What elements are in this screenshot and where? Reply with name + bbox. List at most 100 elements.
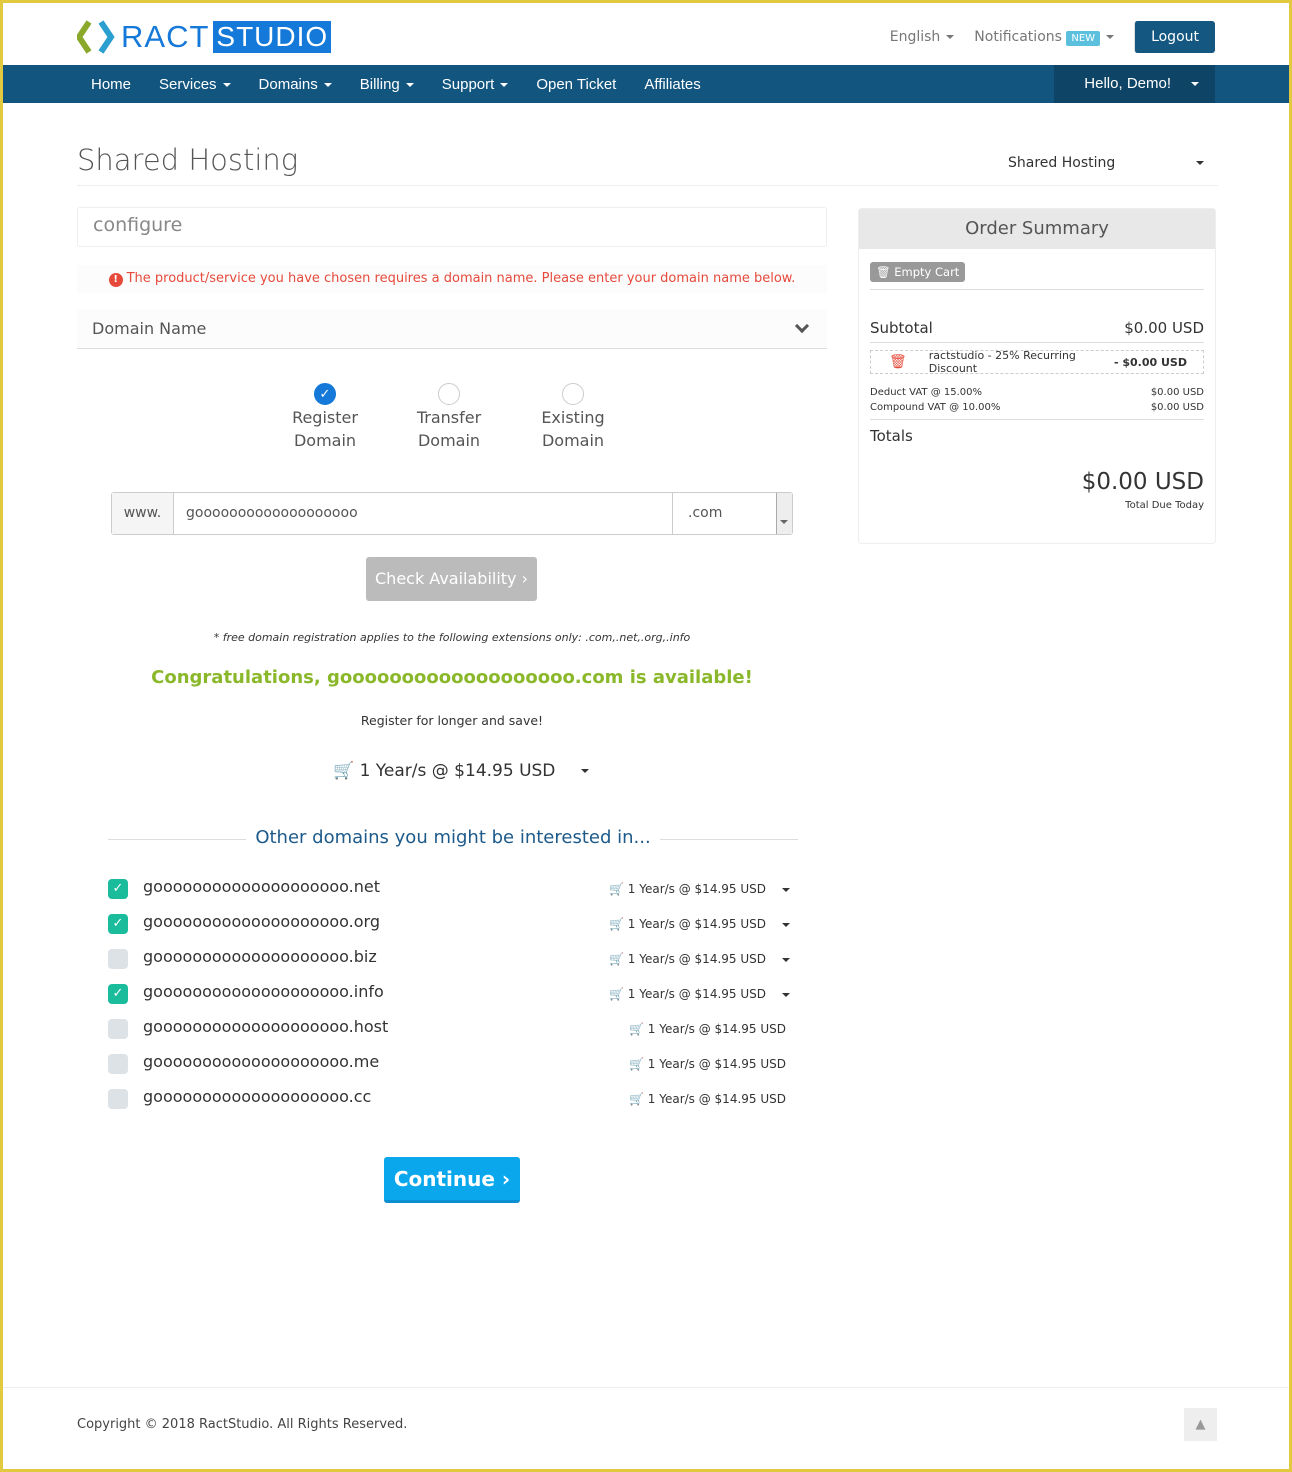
nav-home[interactable]: Home <box>91 76 131 93</box>
cart-icon: 🛒 <box>333 761 355 781</box>
domain-input[interactable]: gooooooooooooooooooo <box>174 493 672 534</box>
period-select[interactable]: 🛒 1 Year/s @ $14.95 USD <box>333 761 590 781</box>
divider <box>77 185 1218 186</box>
checkbox[interactable] <box>108 1089 128 1109</box>
trash-icon[interactable]: 🗑 <box>889 354 907 370</box>
logo-text: RACT <box>121 19 210 54</box>
checkbox[interactable] <box>108 1054 128 1074</box>
option-existing-domain[interactable]: Existing Domain <box>523 383 623 452</box>
price-value: 1 Year/s @ $14.95 USD <box>627 917 766 931</box>
register-longer-text: Register for longer and save! <box>360 713 544 728</box>
back-to-top-button[interactable]: ▲ <box>1184 1408 1217 1441</box>
tax2-value: $0.00 USD <box>1150 402 1204 413</box>
chevron-up-icon: ▲ <box>1195 1417 1206 1432</box>
divider <box>870 289 1204 290</box>
logo[interactable]: RACT STUDIO <box>77 19 332 55</box>
header: RACT STUDIO English Notifications NEW Lo… <box>3 3 1289 65</box>
nav-support[interactable]: Support <box>442 76 509 93</box>
domain-suggestion-row: goooooooooooooooooooo.host 🛒 1 Year/s @ … <box>108 1015 798 1045</box>
domain-name-panel-header[interactable]: Domain Name <box>77 309 827 349</box>
category-select[interactable]: Shared Hosting <box>1008 155 1218 171</box>
suggestion-domain: goooooooooooooooooooo.net <box>143 877 380 896</box>
nav-label: Services <box>159 75 217 93</box>
tax2-label: Compound VAT @ 10.00% <box>870 402 1001 413</box>
tax1-label: Deduct VAT @ 15.00% <box>870 387 982 398</box>
tld-select[interactable]: .com <box>672 493 792 534</box>
suggestion-price-select[interactable]: 🛒 1 Year/s @ $14.95 USD <box>609 882 790 896</box>
checkbox[interactable] <box>108 949 128 969</box>
price-value: 1 Year/s @ $14.95 USD <box>627 882 766 896</box>
radio-icon[interactable] <box>438 383 460 405</box>
www-prefix: www. <box>112 493 174 534</box>
language-label: English <box>889 29 941 45</box>
nav-services[interactable]: Services <box>159 76 231 93</box>
nav-open-ticket[interactable]: Open Ticket <box>536 76 616 93</box>
option-register-domain[interactable]: ✓ Register Domain <box>275 383 375 452</box>
caret-down-icon <box>782 922 790 927</box>
caret-down-icon <box>1106 35 1115 39</box>
domain-name-label: Domain Name <box>92 319 207 338</box>
nav-affiliates[interactable]: Affiliates <box>644 76 700 93</box>
suggestion-price-select[interactable]: 🛒 1 Year/s @ $14.95 USD <box>609 987 790 1001</box>
main-nav: Home Services Domains Billing Support Op… <box>3 65 1289 103</box>
domain-suggestion-row: goooooooooooooooooooo.me 🛒 1 Year/s @ $1… <box>108 1050 798 1080</box>
caret-down-icon <box>782 992 790 997</box>
suggestion-price: 🛒 1 Year/s @ $14.95 USD <box>629 1057 786 1071</box>
total-value: $0.00 USD <box>1081 469 1204 495</box>
price-value: 1 Year/s @ $14.95 USD <box>647 1022 786 1036</box>
caret-down-icon <box>581 769 590 773</box>
checkbox[interactable]: ✓ <box>108 914 128 934</box>
check-circle-icon[interactable]: ✓ <box>314 383 336 405</box>
nav-label: Domains <box>258 75 318 93</box>
cart-icon: 🛒 <box>628 1022 644 1036</box>
domain-input-group: www. gooooooooooooooooooo .com <box>111 492 793 535</box>
footer-divider <box>3 1387 1289 1388</box>
cart-icon: 🛒 <box>608 987 624 1001</box>
nav-label: Support <box>441 75 495 93</box>
nav-domains[interactable]: Domains <box>259 76 332 93</box>
notifications-dropdown[interactable]: Notifications NEW <box>974 29 1115 46</box>
alert-text: The product/service you have chosen requ… <box>126 271 796 286</box>
empty-cart-button[interactable]: 🗑 Empty Cart <box>870 262 966 282</box>
suggestion-domain: goooooooooooooooooooo.info <box>143 982 384 1001</box>
suggestion-domain: goooooooooooooooooooo.org <box>143 912 380 931</box>
domain-suggestion-row: ✓ goooooooooooooooooooo.net 🛒 1 Year/s @… <box>108 875 798 905</box>
free-domain-note: * free domain registration applies to th… <box>213 631 691 644</box>
divider <box>870 342 1204 343</box>
cart-icon: 🛒 <box>608 952 624 966</box>
check-availability-button[interactable]: Check Availability › <box>366 557 537 601</box>
domain-suggestion-row: goooooooooooooooooooo.biz 🛒 1 Year/s @ $… <box>108 945 798 975</box>
caret-down-icon <box>222 82 231 87</box>
nav-billing[interactable]: Billing <box>360 76 414 93</box>
suggestion-price: 🛒 1 Year/s @ $14.95 USD <box>629 1092 786 1106</box>
checkbox[interactable] <box>108 1019 128 1039</box>
suggestion-price-select[interactable]: 🛒 1 Year/s @ $14.95 USD <box>609 952 790 966</box>
user-menu[interactable]: Hello, Demo! <box>1054 65 1215 103</box>
option-transfer-domain[interactable]: Transfer Domain <box>399 383 499 452</box>
domain-required-alert: ! The product/service you have chosen req… <box>77 265 827 293</box>
subtotal-value: $0.00 USD <box>1124 319 1204 337</box>
configure-heading: configure <box>77 207 827 247</box>
price-value: 1 Year/s @ $14.95 USD <box>647 1092 786 1106</box>
discount-value: - $0.00 USD <box>1113 355 1187 369</box>
logo-icon <box>77 20 115 54</box>
caret-down-icon <box>946 35 955 39</box>
category-select-value: Shared Hosting <box>1008 155 1116 171</box>
caret-down-icon <box>1196 161 1204 165</box>
logout-button[interactable]: Logout <box>1134 21 1215 53</box>
cart-icon: 🛒 <box>608 917 624 931</box>
discount-row: 🗑 ractstudio - 25% Recurring Discount - $0… <box>870 349 1204 375</box>
suggestion-domain: goooooooooooooooooooo.host <box>143 1017 389 1036</box>
period-value: 1 Year/s @ $14.95 USD <box>359 761 556 781</box>
caret-down-icon <box>1191 82 1199 87</box>
suggestion-price-select[interactable]: 🛒 1 Year/s @ $14.95 USD <box>609 917 790 931</box>
checkbox[interactable]: ✓ <box>108 984 128 1004</box>
checkbox[interactable]: ✓ <box>108 879 128 899</box>
cart-icon: 🛒 <box>628 1057 644 1071</box>
radio-icon[interactable] <box>562 383 584 405</box>
continue-button[interactable]: Continue › <box>384 1157 520 1203</box>
exclamation-icon: ! <box>108 273 123 287</box>
domain-suggestion-row: ✓ goooooooooooooooooooo.org 🛒 1 Year/s @… <box>108 910 798 940</box>
language-dropdown[interactable]: English <box>890 29 955 45</box>
price-value: 1 Year/s @ $14.95 USD <box>647 1057 786 1071</box>
